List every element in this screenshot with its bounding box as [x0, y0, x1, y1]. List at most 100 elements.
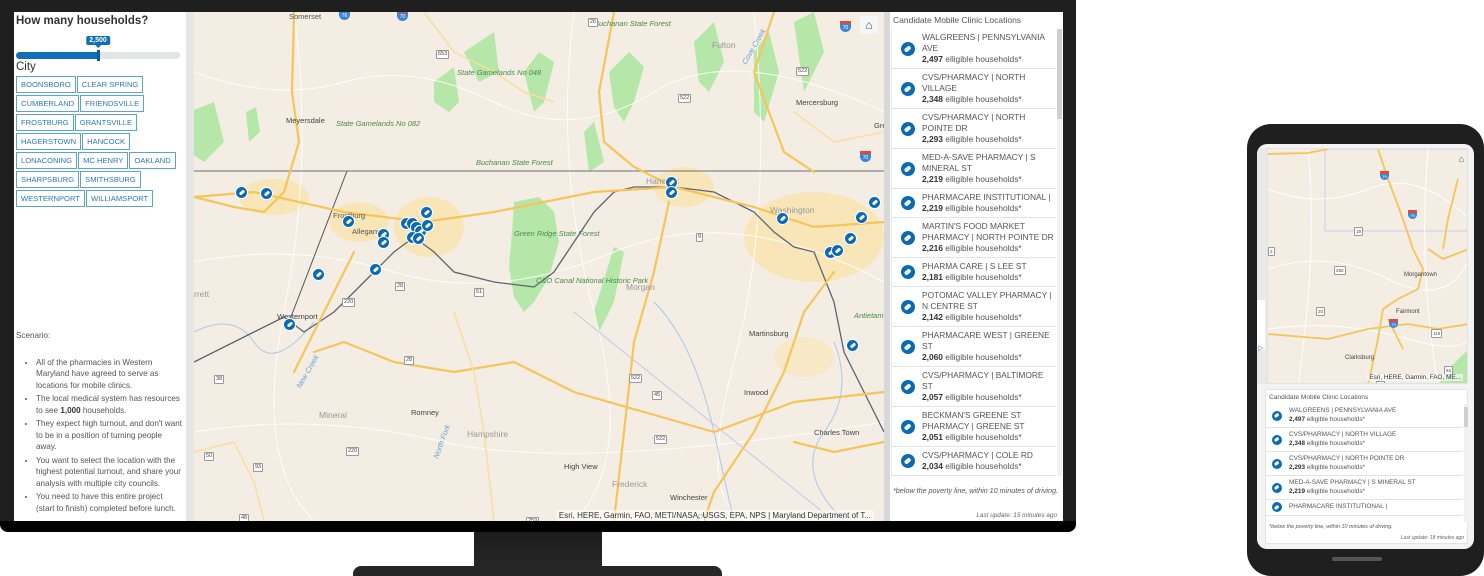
- mobile-side-tab[interactable]: [1257, 300, 1265, 350]
- list-scroll-thumb[interactable]: [1057, 29, 1062, 119]
- city-button-williamsport[interactable]: WILLIAMSPORT: [85, 190, 154, 207]
- city-button-clear-spring[interactable]: CLEAR SPRING: [76, 76, 144, 93]
- candidate-list-item[interactable]: CVS/PHARMACY | NORTH VILLAGE 2,348 elligi…: [1266, 428, 1463, 452]
- city-button-smithsburg[interactable]: SMITHSBURG: [80, 171, 141, 188]
- park: [524, 52, 554, 112]
- mobile-map-view[interactable]: Morgantown Fairmont Clarksburg 19 250 20…: [1267, 148, 1468, 384]
- location-name: CVS/PHARMACY | NORTH POINTE DR: [1289, 455, 1405, 462]
- eligible-households: 2,060 elligible households*: [922, 352, 1054, 363]
- pharmacy-pin[interactable]: [776, 212, 789, 225]
- city-button-lonaconing[interactable]: LONACONING: [16, 152, 78, 169]
- city-button-hagerstown[interactable]: HAGERSTOWN: [16, 133, 82, 150]
- pharmacy-pin[interactable]: [377, 236, 390, 249]
- city-button-oakland[interactable]: OAKLAND: [129, 152, 176, 169]
- map-label-morgantown: Morgantown: [1404, 272, 1438, 278]
- household-suffix: elligible households*: [942, 94, 1022, 104]
- pharmacy-pin[interactable]: [369, 263, 382, 276]
- city-button-frostburg[interactable]: FROSTBURG: [16, 114, 74, 131]
- location-name: PHARMACARE INSTITUTIONAL |: [922, 192, 1051, 202]
- city-button-boonsboro[interactable]: BOONSBORO: [16, 76, 76, 93]
- candidate-list-item[interactable]: CVS/PHARMACY | BALTIMORE ST 2,057 elligib…: [892, 367, 1056, 407]
- interstate-shield: 79: [1380, 171, 1389, 180]
- urban-area: [774, 337, 834, 377]
- map-label-winchester: Winchester: [670, 493, 708, 502]
- candidate-list-item[interactable]: MED-A-SAVE PHARMACY | S MINERAL ST 2,219 …: [1266, 476, 1463, 500]
- map-view[interactable]: Somerset Meyersdale State Gamelands No 0…: [194, 12, 884, 521]
- pharmacy-pin[interactable]: [665, 186, 678, 199]
- city-button-mc-henry[interactable]: MC HENRY: [78, 152, 129, 169]
- candidate-list-item[interactable]: MARTIN'S FOOD MARKET PHARMACY | NORTH PO…: [892, 218, 1056, 258]
- location-name: BECKMAN'S GREENE ST PHARMACY | GREENE ST: [922, 410, 1025, 431]
- slider-thumb[interactable]: [97, 50, 100, 61]
- candidate-list-item[interactable]: PHARMACARE WEST | GREENE ST 2,060 elligib…: [892, 327, 1056, 367]
- map-label-high-view: High View: [564, 462, 598, 471]
- candidate-list-item[interactable]: WALGREENS | PENNSYLVANIA AVE 2,497 elligi…: [1266, 404, 1463, 428]
- city-button-sharpsburg[interactable]: SHARPSBURG: [16, 171, 80, 188]
- household-suffix: elligible households*: [942, 243, 1022, 253]
- candidate-list-item[interactable]: CVS/PHARMACY | NORTH VILLAGE 2,348 elligi…: [892, 69, 1056, 109]
- mobile-candidate-list[interactable]: WALGREENS | PENNSYLVANIA AVE 2,497 elligi…: [1266, 404, 1463, 522]
- city-button-cumberland[interactable]: CUMBERLAND: [16, 95, 80, 112]
- expand-arrow-icon[interactable]: ▷: [1258, 344, 1263, 352]
- home-icon[interactable]: ⌂: [860, 16, 878, 34]
- candidate-list-item[interactable]: CVS/PHARMACY | COLE RD 2,034 elligible ho…: [892, 447, 1056, 476]
- candidate-list-item[interactable]: PHARMACARE INSTITUTIONAL |: [1266, 500, 1463, 516]
- pharmacy-pin[interactable]: [342, 215, 355, 228]
- pharmacy-pill-icon: [901, 379, 915, 394]
- pharmacy-pin[interactable]: [846, 339, 859, 352]
- city-button-hancock[interactable]: HANCOCK: [82, 133, 131, 150]
- scenario-list: All of the pharmacies in Western Marylan…: [16, 357, 182, 515]
- map-label-fairmont: Fairmont: [1396, 309, 1420, 315]
- map-label-buchanan-forest-2: Buchanan State Forest: [594, 19, 671, 28]
- candidate-list-item[interactable]: WALGREENS | PENNSYLVANIA AVE 2,497 elligi…: [892, 29, 1056, 69]
- location-name: PHARMACARE WEST | GREENE ST: [922, 330, 1050, 351]
- pharmacy-pin[interactable]: [235, 186, 248, 199]
- candidate-list-item[interactable]: CVS/PHARMACY | NORTH POINTE DR 2,293 elli…: [1266, 452, 1463, 476]
- map-label-meyersdale: Meyersdale: [286, 116, 325, 125]
- household-suffix: elligible households*: [1305, 439, 1366, 447]
- desktop-monitor: How many households? 2,500 City BOONSBOR…: [0, 0, 1076, 532]
- candidate-list-item[interactable]: MED-A-SAVE PHARMACY | S MINERAL ST 2,219 …: [892, 149, 1056, 189]
- pharmacy-pin[interactable]: [844, 232, 857, 245]
- left-panel-scrollbar[interactable]: [186, 12, 194, 521]
- candidate-list[interactable]: WALGREENS | PENNSYLVANIA AVE 2,497 elligi…: [891, 29, 1056, 476]
- pharmacy-pin[interactable]: [868, 196, 881, 209]
- candidate-list-item[interactable]: PHARMACARE INSTITUTIONAL | 2,219 elligibl…: [892, 189, 1056, 218]
- city-button-grantsville[interactable]: GRANTSVILLE: [74, 114, 138, 131]
- location-name: CVS/PHARMACY | COLE RD: [922, 450, 1033, 460]
- candidate-list-item[interactable]: BECKMAN'S GREENE ST PHARMACY | GREENE ST…: [892, 407, 1056, 447]
- pharmacy-pin[interactable]: [312, 268, 325, 281]
- pharmacy-pin[interactable]: [420, 206, 433, 219]
- pharmacy-pill-icon: [901, 265, 915, 279]
- route-shield: 2: [1268, 247, 1275, 256]
- city-button-friendsville[interactable]: FRIENDSVILLE: [80, 95, 145, 112]
- pharmacy-pill-icon: [1272, 458, 1282, 469]
- route-shield: 45: [652, 391, 663, 400]
- household-suffix: elligible households*: [942, 461, 1022, 471]
- eligible-households: 2,348 elligible households*: [922, 94, 1054, 105]
- candidate-list-item[interactable]: CVS/PHARMACY | NORTH POINTE DR 2,293 elli…: [892, 109, 1056, 149]
- mobile-list-scrollbar[interactable]: [1464, 404, 1468, 522]
- candidate-list-item[interactable]: POTOMAC VALLEY PHARMACY | N CENTRE ST 2,1…: [892, 287, 1056, 327]
- route-shield: 28: [404, 356, 415, 365]
- pharmacy-pill-icon: [1272, 502, 1282, 513]
- home-icon[interactable]: ⌂: [1459, 154, 1464, 164]
- mobile-list-scroll-thumb[interactable]: [1464, 407, 1468, 427]
- household-count: 2,348: [1289, 439, 1305, 447]
- pharmacy-pin[interactable]: [421, 219, 434, 232]
- list-scrollbar[interactable]: [1057, 29, 1062, 476]
- households-slider[interactable]: 2,500: [16, 29, 184, 61]
- city-button-westernport[interactable]: WESTERNPORT: [16, 190, 85, 207]
- pharmacy-pin[interactable]: [855, 211, 868, 224]
- pharmacy-pin[interactable]: [831, 244, 844, 257]
- candidate-list-item[interactable]: PHARMA CARE | S LEE ST 2,181 elligible ho…: [892, 258, 1056, 287]
- pharmacy-pin[interactable]: [412, 232, 425, 245]
- interstate-81: [702, 270, 836, 521]
- map-label-morgan: Morgan: [626, 282, 655, 292]
- pharmacy-pin[interactable]: [283, 318, 296, 331]
- household-suffix: elligible households*: [942, 432, 1022, 442]
- pharmacy-pin[interactable]: [260, 187, 273, 200]
- mobile-screen: ▷ Morgantown Fairmont Clarksburg 19 250 …: [1257, 144, 1474, 549]
- scenario-text: households.: [80, 405, 127, 415]
- pharmacy-pill-icon: [901, 41, 915, 56]
